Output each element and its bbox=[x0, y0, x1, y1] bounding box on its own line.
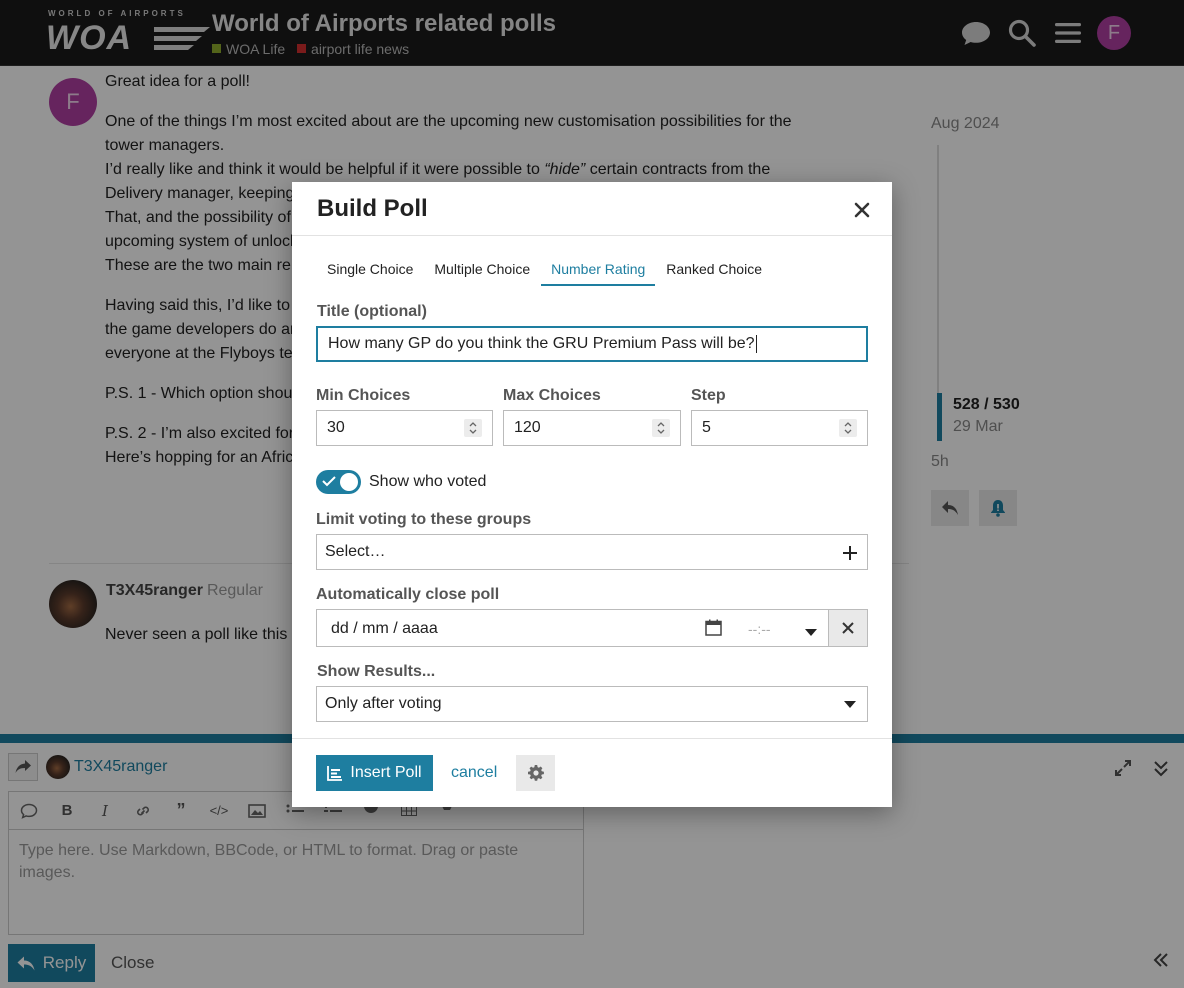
clear-x-icon bbox=[842, 622, 854, 634]
gear-icon bbox=[527, 765, 544, 781]
plus-icon bbox=[841, 544, 859, 562]
modal-title: Build Poll bbox=[317, 195, 428, 222]
auto-close-date-input[interactable]: dd / mm / aaaa --:-- bbox=[316, 609, 828, 647]
max-choices-input[interactable]: 120 bbox=[503, 410, 681, 446]
poll-title-input[interactable]: How many GP do you think the GRU Premium… bbox=[316, 326, 868, 362]
max-choices-label: Max Choices bbox=[503, 387, 601, 404]
toggle-knob bbox=[340, 473, 358, 491]
step-value: 5 bbox=[702, 419, 711, 436]
groups-select-placeholder: Select… bbox=[325, 543, 386, 560]
spinner-icon[interactable] bbox=[464, 419, 482, 437]
spinner-icon[interactable] bbox=[839, 419, 857, 437]
tab-ranked-choice[interactable]: Ranked Choice bbox=[656, 254, 772, 286]
modal-header-divider bbox=[292, 235, 892, 236]
calendar-icon[interactable] bbox=[705, 619, 722, 641]
show-results-select[interactable]: Only after voting bbox=[316, 686, 868, 722]
max-choices-value: 120 bbox=[514, 419, 541, 436]
insert-poll-button[interactable]: Insert Poll bbox=[316, 755, 433, 791]
poll-title-label: Title (optional) bbox=[317, 303, 427, 320]
tab-single-choice[interactable]: Single Choice bbox=[317, 254, 423, 286]
tab-multiple-choice[interactable]: Multiple Choice bbox=[424, 254, 540, 286]
poll-title-value: How many GP do you think the GRU Premium… bbox=[328, 335, 755, 352]
insert-poll-label: Insert Poll bbox=[350, 764, 422, 781]
show-who-voted-toggle[interactable] bbox=[316, 470, 361, 494]
bar-chart-icon bbox=[327, 766, 343, 781]
close-icon[interactable] bbox=[850, 198, 874, 222]
auto-close-label: Automatically close poll bbox=[316, 586, 500, 603]
caret-down-icon bbox=[841, 696, 859, 714]
show-who-voted-label: Show who voted bbox=[369, 473, 487, 490]
show-results-label: Show Results... bbox=[317, 663, 436, 680]
min-choices-value: 30 bbox=[327, 419, 345, 436]
step-label: Step bbox=[691, 387, 726, 404]
cancel-link[interactable]: cancel bbox=[451, 764, 497, 782]
caret-down-icon[interactable] bbox=[805, 624, 817, 642]
spinner-icon[interactable] bbox=[652, 419, 670, 437]
tab-number-rating[interactable]: Number Rating bbox=[541, 254, 656, 286]
date-placeholder: dd / mm / aaaa bbox=[331, 620, 438, 637]
text-cursor bbox=[755, 335, 757, 353]
groups-select[interactable]: Select… bbox=[316, 534, 868, 570]
show-results-value: Only after voting bbox=[325, 695, 442, 712]
checkmark-icon bbox=[322, 476, 336, 487]
limit-groups-label: Limit voting to these groups bbox=[316, 511, 532, 528]
advanced-settings-button[interactable] bbox=[516, 755, 555, 791]
build-poll-modal: Build Poll Single Choice Multiple Choice… bbox=[292, 182, 892, 807]
clear-date-button[interactable] bbox=[828, 609, 868, 647]
min-choices-label: Min Choices bbox=[316, 387, 411, 404]
modal-footer-divider bbox=[292, 738, 892, 739]
poll-type-tabs: Single Choice Multiple Choice Number Rat… bbox=[317, 254, 773, 286]
step-input[interactable]: 5 bbox=[691, 410, 868, 446]
time-placeholder[interactable]: --:-- bbox=[748, 621, 771, 637]
min-choices-input[interactable]: 30 bbox=[316, 410, 493, 446]
